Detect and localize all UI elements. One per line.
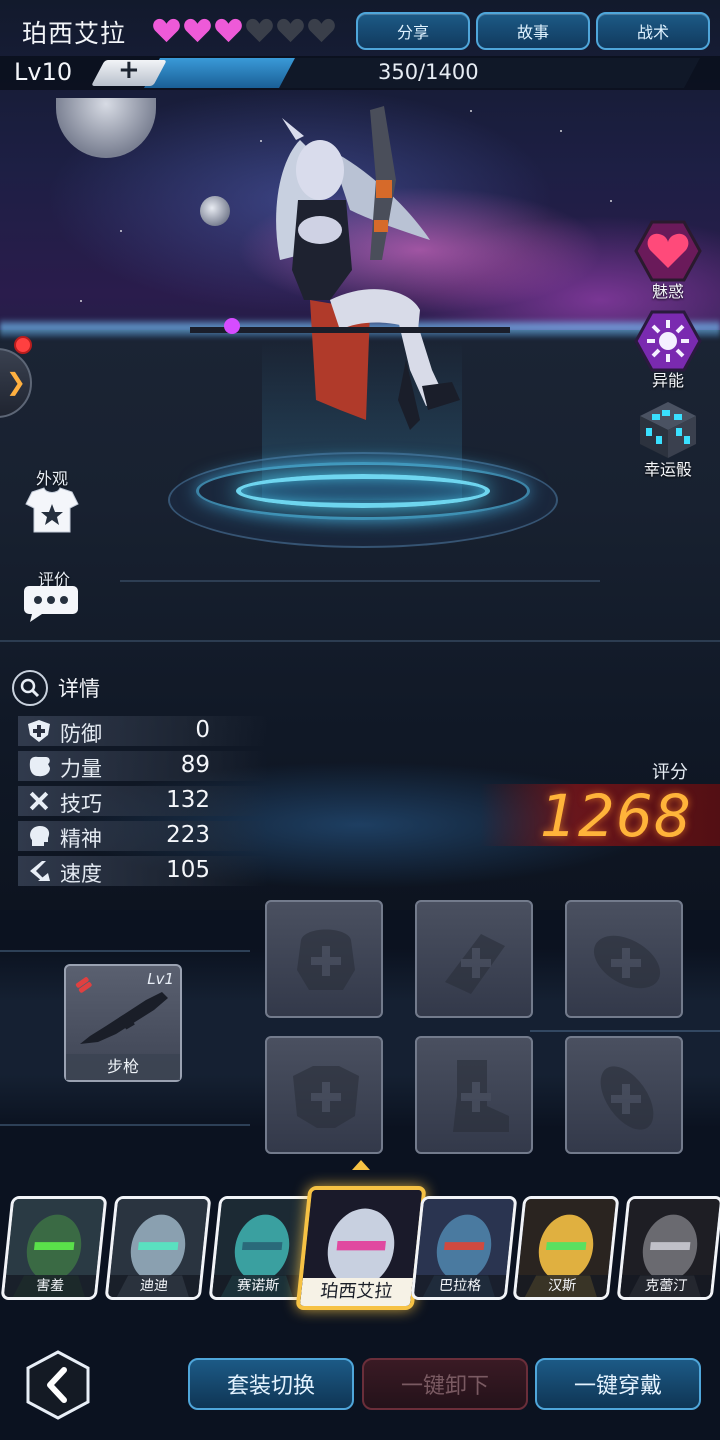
stat-row: 速度 105 xyxy=(18,856,268,886)
stat-value: 105 xyxy=(166,857,210,883)
equip-all-button[interactable]: 一键穿戴 xyxy=(535,1358,701,1410)
lucky-dice-label: 幸运骰 xyxy=(643,460,692,479)
selected-hero-caret xyxy=(352,1160,370,1170)
hero-name: 珀西艾拉 xyxy=(22,19,127,48)
equip-slot-arm[interactable] xyxy=(415,900,533,1018)
rifle-icon xyxy=(80,992,168,1044)
stat-name: 防御 xyxy=(60,722,102,746)
psionic-label: 异能 xyxy=(651,371,684,390)
weapon-slot-rifle[interactable]: Lv1 步枪 xyxy=(64,964,182,1082)
outfit-shirt-icon[interactable] xyxy=(24,486,80,534)
details-header[interactable]: 详情 xyxy=(12,670,100,706)
stat-value: 0 xyxy=(195,717,210,743)
heart-filled-icon xyxy=(153,18,180,43)
floor-line xyxy=(0,640,720,642)
star xyxy=(610,200,612,202)
stat-value: 223 xyxy=(166,822,210,848)
stat-row: 防御 0 xyxy=(18,716,268,746)
equip-slot-accessory-2[interactable] xyxy=(565,1036,683,1154)
shield-plus-icon xyxy=(28,720,50,742)
story-button[interactable]: 故事 xyxy=(476,12,590,50)
hero-roster: 害羞 迪迪 赛诺斯 珀西艾拉 巴拉格 汉斯 克蕾汀 xyxy=(0,1186,720,1316)
stat-value: 89 xyxy=(180,752,210,778)
stat-name: 力量 xyxy=(60,757,102,781)
roster-hero-card[interactable]: 害羞 xyxy=(0,1196,108,1300)
boots-placeholder-icon xyxy=(453,1060,509,1132)
unequip-all-button[interactable]: 一键卸下 xyxy=(362,1358,528,1410)
roster-hero-card[interactable]: 克蕾汀 xyxy=(616,1196,720,1300)
charm-heart-icon[interactable] xyxy=(634,220,702,282)
equip-slot-helmet[interactable] xyxy=(265,900,383,1018)
weapon-level: Lv1 xyxy=(147,970,174,988)
plus-icon: + xyxy=(118,55,140,85)
notification-dot xyxy=(14,336,32,354)
psionic-icon[interactable] xyxy=(634,310,702,372)
score-label: 评分 xyxy=(652,762,688,783)
back-button[interactable] xyxy=(26,1350,90,1420)
xp-text: 350/1400 xyxy=(378,60,479,84)
hero-name-label: 巴拉格 xyxy=(413,1275,507,1297)
details-title: 详情 xyxy=(58,677,100,701)
roster-hero-card[interactable]: 迪迪 xyxy=(104,1196,212,1300)
heart-empty-icon xyxy=(308,18,335,43)
roster-hero-card[interactable]: 巴拉格 xyxy=(410,1196,518,1300)
helmet-placeholder-icon xyxy=(297,929,355,990)
speed-chevron-icon xyxy=(30,861,50,881)
hero-name-label: 迪迪 xyxy=(107,1275,201,1297)
magnifier-icon xyxy=(12,670,48,706)
hero-level: Lv10 xyxy=(14,58,73,86)
stat-name: 精神 xyxy=(60,827,102,851)
weapon-name: 步枪 xyxy=(66,1054,180,1080)
tactics-button[interactable]: 战术 xyxy=(596,12,710,50)
charm-label: 魅惑 xyxy=(651,282,684,301)
affection-hearts xyxy=(152,16,336,45)
stat-row: 力量 89 xyxy=(18,751,268,781)
crossed-tools-icon xyxy=(29,791,49,811)
stat-name: 速度 xyxy=(60,862,102,886)
equip-slot-armor[interactable] xyxy=(265,1036,383,1154)
star xyxy=(80,300,82,302)
gauntlet-placeholder-icon xyxy=(445,934,505,994)
roster-hero-card[interactable]: 珀西艾拉 xyxy=(295,1186,427,1310)
rail-line xyxy=(530,1030,720,1032)
stat-name: 技巧 xyxy=(60,792,102,816)
heart-empty-icon xyxy=(246,18,273,43)
hero-name-label: 珀西艾拉 xyxy=(299,1278,413,1306)
stat-row: 技巧 132 xyxy=(18,786,268,816)
hero-character-portrait[interactable] xyxy=(170,100,520,450)
star xyxy=(560,130,562,132)
xp-bar-fill xyxy=(144,58,295,88)
hologram-pad-core xyxy=(236,474,490,508)
equip-slot-boots[interactable] xyxy=(415,1036,533,1154)
bracer-placeholder-icon xyxy=(600,1066,654,1130)
heart-filled-icon xyxy=(215,18,242,43)
hero-name-label: 汉斯 xyxy=(515,1275,609,1297)
review-chat-icon[interactable] xyxy=(22,584,80,624)
bracer-placeholder-icon xyxy=(593,935,661,989)
lucky-dice-icon[interactable] xyxy=(634,398,702,460)
chevron-right-icon: ❯ xyxy=(6,368,27,396)
rail-line xyxy=(0,950,250,952)
floor-line xyxy=(120,580,600,582)
switch-set-button[interactable]: 套装切换 xyxy=(188,1358,354,1410)
score-value: 1268 xyxy=(540,782,692,850)
hero-name-label: 赛诺斯 xyxy=(211,1275,305,1297)
roster-hero-card[interactable]: 汉斯 xyxy=(512,1196,620,1300)
rail-line xyxy=(0,1124,250,1126)
star xyxy=(120,230,122,232)
brain-head-icon xyxy=(30,826,50,846)
stat-value: 132 xyxy=(166,787,210,813)
hero-name-label: 害羞 xyxy=(3,1275,97,1297)
share-button[interactable]: 分享 xyxy=(356,12,470,50)
armor-placeholder-icon xyxy=(293,1066,359,1128)
heart-filled-icon xyxy=(184,18,211,43)
hero-name-label: 克蕾汀 xyxy=(619,1275,713,1297)
equip-slot-accessory[interactable] xyxy=(565,900,683,1018)
fist-icon xyxy=(29,756,50,777)
heart-empty-icon xyxy=(277,18,304,43)
stat-row: 精神 223 xyxy=(18,821,268,851)
